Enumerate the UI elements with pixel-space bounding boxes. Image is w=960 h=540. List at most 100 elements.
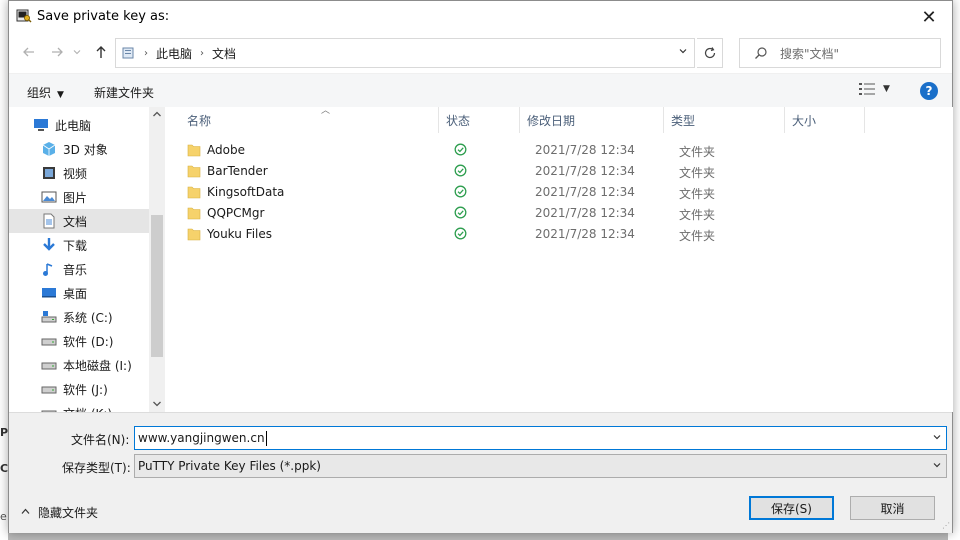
search-input[interactable]: 搜索"文档" bbox=[739, 38, 941, 68]
sidebar-item[interactable]: 文档 (K:) bbox=[9, 401, 149, 412]
file-row[interactable]: KingsoftData 2021/7/28 12:34 文件夹 bbox=[181, 182, 881, 203]
column-header-name[interactable]: 名称 ︿ bbox=[181, 106, 439, 133]
file-row[interactable]: BarTender 2021/7/28 12:34 文件夹 bbox=[181, 161, 881, 182]
view-options-button[interactable]: ▼ bbox=[859, 82, 890, 96]
sidebar-item-label: 音乐 bbox=[63, 262, 88, 277]
column-header-type[interactable]: 类型 bbox=[665, 107, 785, 133]
filetype-value: PuTTY Private Key Files (*.ppk) bbox=[138, 459, 321, 473]
scrollbar-thumb[interactable] bbox=[151, 215, 163, 357]
scroll-down-arrow-icon[interactable] bbox=[152, 400, 162, 411]
video-icon bbox=[43, 167, 55, 179]
file-name: BarTender bbox=[207, 164, 268, 178]
file-type: 文件夹 bbox=[679, 208, 716, 222]
arrow-left-icon bbox=[23, 47, 34, 57]
file-name: QQPCMgr bbox=[207, 206, 265, 220]
recent-locations-button[interactable] bbox=[71, 42, 83, 62]
sidebar-item[interactable]: 桌面 bbox=[9, 281, 149, 305]
chevron-right-icon: › bbox=[144, 47, 148, 59]
computer-icon bbox=[122, 47, 134, 59]
folder-icon bbox=[187, 207, 201, 220]
command-toolbar: 组织 ▼ 新建文件夹 ▼ ? bbox=[9, 73, 952, 107]
file-row[interactable]: Adobe 2021/7/28 12:34 文件夹 bbox=[181, 140, 881, 161]
filename-field[interactable]: www.yangjingwen.cn bbox=[134, 426, 947, 450]
file-date: 2021/7/28 12:34 bbox=[535, 143, 635, 157]
sidebar-item[interactable]: 软件 (J:) bbox=[9, 377, 149, 401]
address-dropdown-button[interactable] bbox=[678, 46, 688, 59]
column-status-label: 状态 bbox=[446, 113, 471, 128]
arrow-right-icon bbox=[52, 47, 63, 57]
file-row[interactable]: QQPCMgr 2021/7/28 12:34 文件夹 bbox=[181, 203, 881, 224]
sidebar-scrollbar[interactable] bbox=[149, 107, 165, 412]
column-header-size[interactable]: 大小 bbox=[786, 107, 865, 133]
up-button[interactable] bbox=[91, 42, 111, 62]
computer-icon bbox=[34, 119, 48, 131]
sidebar-item[interactable]: 本地磁盘 (I:) bbox=[9, 353, 149, 377]
breadcrumb-this-pc[interactable]: 此电脑 bbox=[156, 45, 192, 62]
sidebar-item-label: 系统 (C:) bbox=[63, 310, 113, 325]
sidebar-item[interactable]: 图片 bbox=[9, 185, 149, 209]
column-name-label: 名称 bbox=[187, 113, 212, 128]
file-row[interactable]: Youku Files 2021/7/28 12:34 文件夹 bbox=[181, 224, 881, 245]
column-header-status[interactable]: 状态 bbox=[440, 107, 520, 133]
filename-value: www.yangjingwen.cn bbox=[138, 431, 265, 445]
picture-icon bbox=[41, 191, 57, 203]
column-size-label: 大小 bbox=[792, 113, 817, 128]
search-placeholder: 搜索"文档" bbox=[780, 46, 840, 61]
address-bar[interactable]: › 此电脑 › 文档 bbox=[115, 38, 695, 68]
navigation-bar: › 此电脑 › 文档 搜索"文档" bbox=[9, 35, 952, 69]
cube-3d-icon bbox=[42, 142, 56, 156]
close-button[interactable]: ✕ bbox=[906, 1, 952, 33]
hide-folders-label: 隐藏文件夹 bbox=[38, 506, 99, 520]
sidebar-item[interactable]: 音乐 bbox=[9, 257, 149, 281]
drive-icon bbox=[41, 410, 57, 412]
breadcrumb-documents[interactable]: 文档 bbox=[212, 45, 236, 62]
sidebar-item-label: 图片 bbox=[63, 190, 88, 205]
background-window-left: P C e bbox=[0, 0, 8, 540]
sidebar-item-label: 此电脑 bbox=[55, 118, 92, 133]
file-type: 文件夹 bbox=[679, 187, 716, 201]
file-name: Youku Files bbox=[207, 227, 273, 241]
forward-button[interactable] bbox=[47, 42, 67, 62]
sidebar-item[interactable]: 此电脑 bbox=[9, 113, 149, 137]
filetype-label: 保存类型(T): bbox=[62, 461, 131, 475]
chevron-down-icon bbox=[679, 49, 687, 54]
file-type: 文件夹 bbox=[679, 145, 716, 159]
folder-icon bbox=[187, 228, 201, 241]
sidebar-item[interactable]: 系统 (C:) bbox=[9, 305, 149, 329]
filetype-select[interactable]: PuTTY Private Key Files (*.ppk) bbox=[134, 454, 947, 478]
navigation-pane: 此电脑 3D 对象视频图片文档 下载音乐桌面系统 (C:) 软件 (D:) 本地磁盘 (… bbox=[9, 107, 165, 412]
chevron-down-icon bbox=[933, 435, 941, 440]
back-button[interactable] bbox=[19, 42, 39, 62]
sidebar-item[interactable]: 下载 bbox=[9, 233, 149, 257]
filename-dropdown-button[interactable] bbox=[932, 432, 942, 445]
sidebar-item[interactable]: 文档 bbox=[9, 209, 149, 233]
organize-menu-button[interactable]: 组织 ▼ bbox=[27, 84, 64, 101]
sidebar-item-label: 视频 bbox=[63, 166, 88, 181]
refresh-icon bbox=[704, 47, 715, 59]
sidebar-item-label: 文档 (K:) bbox=[63, 405, 112, 413]
sidebar-item[interactable]: 3D 对象 bbox=[9, 137, 149, 161]
column-type-label: 类型 bbox=[671, 113, 696, 128]
cancel-button[interactable]: 取消 bbox=[850, 496, 935, 520]
scroll-up-arrow-icon[interactable] bbox=[152, 110, 162, 121]
resize-grip-icon[interactable]: ⋰ bbox=[942, 521, 950, 530]
save-button[interactable]: 保存(S) bbox=[749, 496, 834, 520]
sync-ok-icon bbox=[454, 143, 467, 156]
file-date: 2021/7/28 12:34 bbox=[535, 206, 635, 220]
sidebar-item[interactable]: 视频 bbox=[9, 161, 149, 185]
refresh-button[interactable] bbox=[697, 38, 723, 68]
sidebar-item-label: 3D 对象 bbox=[63, 142, 108, 157]
sidebar-item-label: 软件 (D:) bbox=[63, 334, 114, 349]
column-date-label: 修改日期 bbox=[527, 113, 576, 128]
hide-folders-toggle[interactable]: 隐藏文件夹 bbox=[21, 504, 98, 521]
file-date: 2021/7/28 12:34 bbox=[535, 227, 635, 241]
new-folder-button[interactable]: 新建文件夹 bbox=[94, 84, 154, 101]
help-icon[interactable]: ? bbox=[920, 82, 938, 100]
folder-icon bbox=[187, 165, 201, 178]
file-name: Adobe bbox=[207, 143, 245, 157]
sidebar-item-label: 软件 (J:) bbox=[63, 382, 108, 397]
chevron-down-icon bbox=[932, 460, 942, 473]
download-icon bbox=[43, 238, 55, 251]
column-header-date[interactable]: 修改日期 bbox=[521, 107, 664, 133]
sidebar-item[interactable]: 软件 (D:) bbox=[9, 329, 149, 353]
